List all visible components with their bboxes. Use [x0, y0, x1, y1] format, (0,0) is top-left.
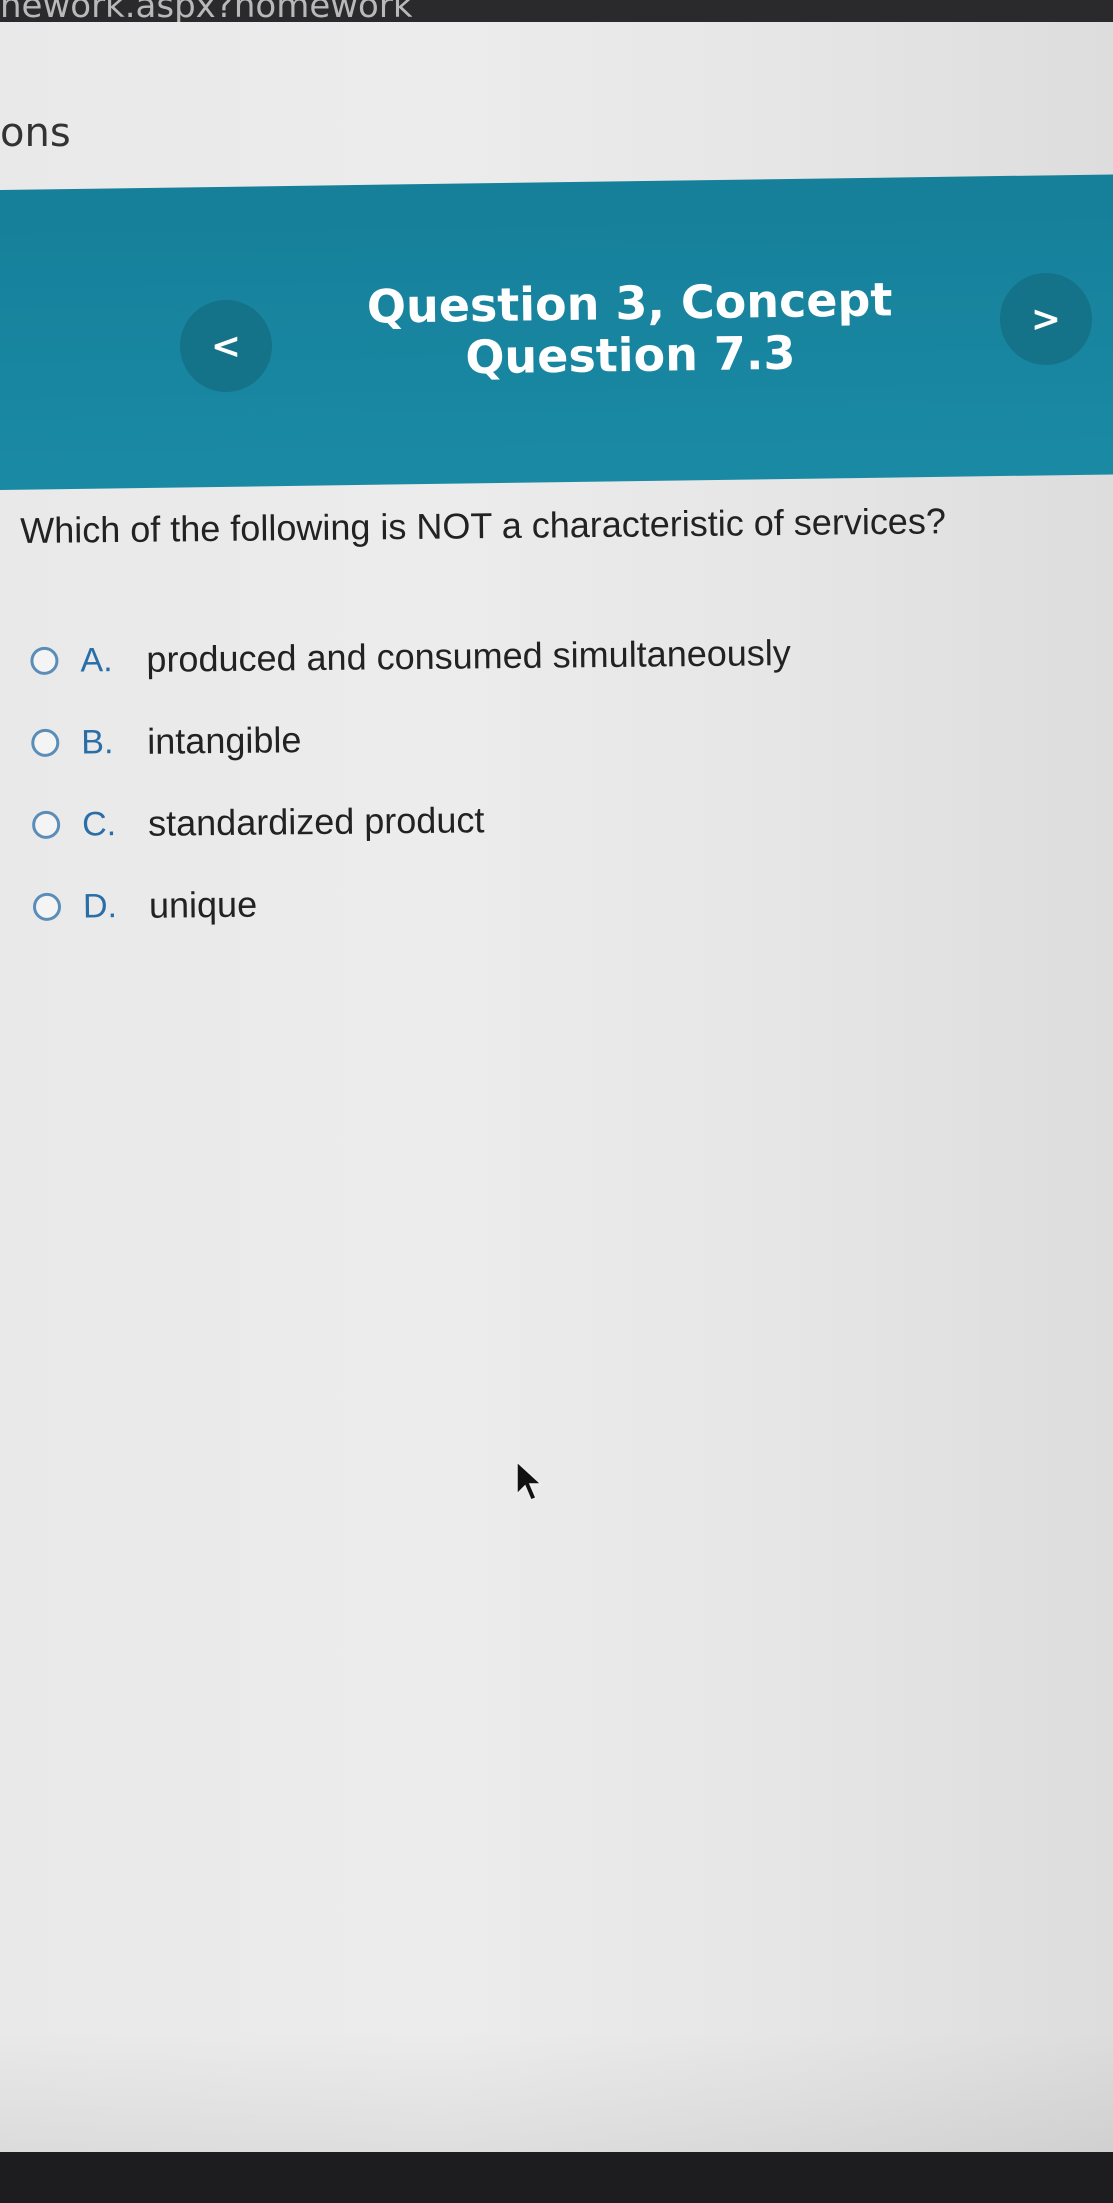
url-text: nework.aspx?homework	[0, 0, 413, 22]
option-b[interactable]: B. intangible	[31, 694, 792, 784]
page-title: ons	[0, 110, 71, 156]
option-d[interactable]: D. unique	[32, 858, 794, 948]
answer-options: A. produced and consumed simultaneously …	[30, 612, 794, 948]
question-header: < Question 3, Concept Question 7.3 >	[0, 205, 1113, 485]
screen-bezel	[0, 2152, 1113, 2203]
radio-button-icon[interactable]	[32, 810, 61, 839]
question-title-line2: Question 7.3	[464, 325, 796, 385]
option-letter: D.	[82, 886, 118, 925]
option-text: produced and consumed simultaneously	[146, 632, 792, 680]
option-text: unique	[148, 883, 258, 926]
browser-url-bar[interactable]: nework.aspx?homework	[0, 0, 1113, 22]
option-letter: C.	[81, 804, 117, 843]
next-question-button[interactable]: >	[1000, 273, 1092, 365]
option-text: standardized product	[147, 799, 485, 844]
option-a[interactable]: A. produced and consumed simultaneously	[30, 612, 791, 702]
chevron-left-icon: <	[210, 325, 242, 367]
option-c[interactable]: C. standardized product	[32, 776, 793, 866]
mouse-pointer-icon	[516, 1460, 543, 1501]
option-text: intangible	[147, 719, 302, 762]
chevron-right-icon: >	[1030, 298, 1062, 340]
option-letter: B.	[81, 722, 114, 761]
question-title-line1: Question 3, Concept	[366, 272, 893, 334]
radio-button-icon[interactable]	[30, 646, 59, 675]
option-letter: A.	[80, 640, 113, 679]
previous-question-button[interactable]: <	[180, 300, 272, 392]
bottom-shade	[0, 2030, 1113, 2152]
question-title: Question 3, Concept Question 7.3	[329, 272, 930, 385]
radio-button-icon[interactable]	[32, 892, 62, 921]
radio-button-icon[interactable]	[31, 728, 60, 757]
